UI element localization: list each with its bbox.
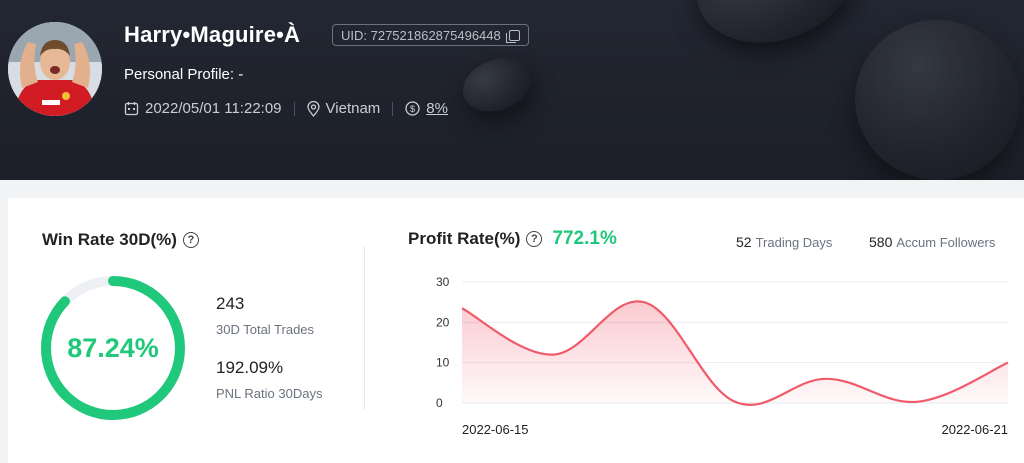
calendar-icon [124, 102, 139, 116]
decorative-disc [681, 0, 869, 62]
followers-value: 580 [869, 234, 893, 250]
pnl-ratio-label: PNL Ratio 30Days [216, 386, 323, 401]
divider [392, 101, 394, 116]
help-icon[interactable]: ? [526, 231, 543, 247]
y-tick-label: 30 [436, 275, 450, 289]
avatar [8, 22, 102, 116]
profit-rate-value: 772.1% [552, 228, 617, 249]
country: Vietnam [325, 100, 381, 117]
x-tick-label: 2022-06-21 [942, 422, 1009, 437]
svg-text:$: $ [410, 104, 415, 114]
dollar-circle-icon: $ [405, 101, 420, 116]
profit-rate-title-row: Profit Rate(%) ? 772.1% [408, 228, 617, 250]
pnl-ratio-value: 192.09% [216, 358, 284, 377]
uid-text: UID: 727521862875496448 [341, 27, 501, 43]
profile-header: Harry•Maguire•À UID: 727521862875496448 … [0, 0, 1024, 180]
followers-stat: 580 Accum Followers [869, 234, 995, 250]
uid-badge[interactable]: UID: 727521862875496448 [332, 24, 529, 46]
win-rate-title: Win Rate 30D(%) [42, 230, 177, 249]
copy-icon[interactable] [505, 29, 520, 43]
decorative-disc [455, 49, 539, 121]
trading-days-value: 52 [736, 234, 752, 250]
trading-days-stat: 52 Trading Days [736, 234, 832, 250]
total-trades-value: 243 [216, 294, 245, 313]
x-tick-label: 2022-06-15 [462, 422, 529, 437]
win-rate-title-row: Win Rate 30D(%) ? [42, 230, 199, 250]
y-tick-label: 0 [436, 396, 443, 410]
y-tick-label: 10 [436, 356, 450, 370]
divider [364, 246, 365, 410]
y-tick-label: 20 [436, 315, 450, 329]
profit-rate-title: Profit Rate(%) [408, 229, 521, 248]
join-date: 2022/05/01 11:22:09 [145, 100, 282, 117]
user-name: Harry•Maguire•À [124, 22, 301, 47]
stats-card: Win Rate 30D(%) ? 87.24% 243 30D Total T… [8, 198, 1024, 463]
decorative-disc [844, 9, 1024, 180]
help-icon[interactable]: ? [182, 232, 199, 248]
share-rate[interactable]: 8% [426, 100, 448, 117]
win-rate-value: 87.24% [67, 332, 159, 363]
followers-label: Accum Followers [896, 235, 996, 250]
divider [293, 101, 295, 116]
profit-rate-chart: 0 10 20 30 2022-06-15 2022-06-21 [436, 275, 1009, 437]
location-icon [306, 100, 320, 117]
trading-days-label: Trading Days [755, 235, 833, 250]
profile-meta: 2022/05/01 11:22:09 Vietnam $ 8% [124, 100, 448, 117]
personal-profile: Personal Profile: - [124, 66, 244, 83]
total-trades-label: 30D Total Trades [216, 322, 315, 337]
